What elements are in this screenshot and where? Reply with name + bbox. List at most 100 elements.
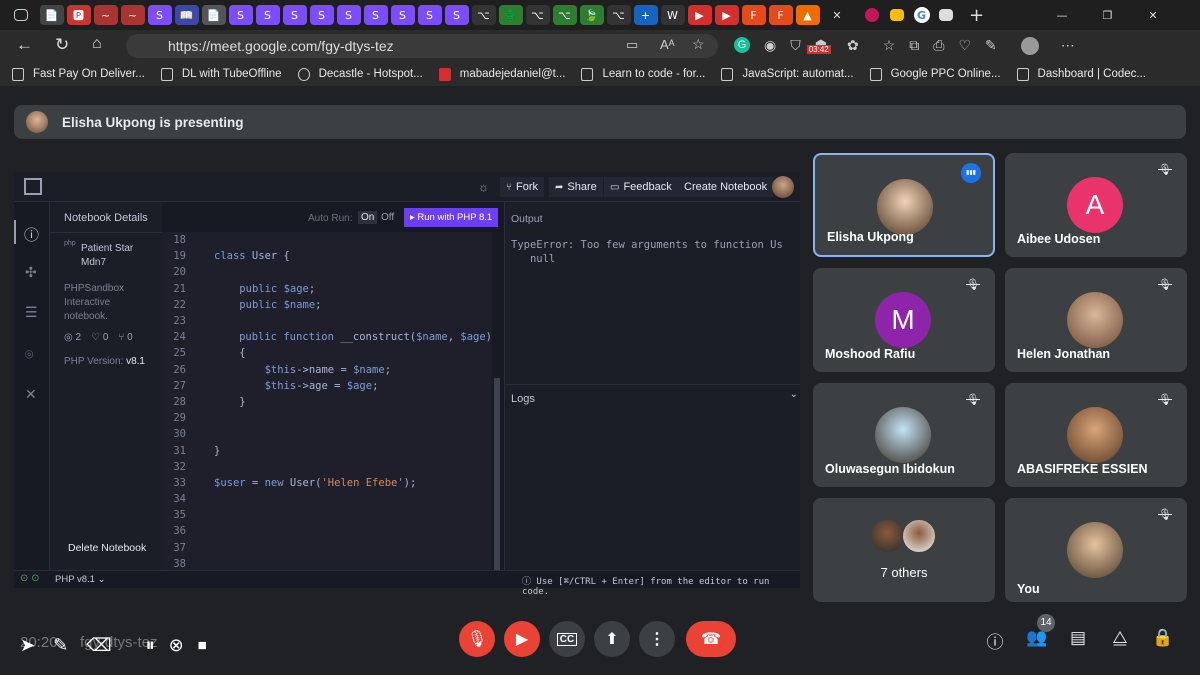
puzzle-icon[interactable]: ✣ <box>25 264 37 281</box>
participant-tile[interactable]: 7 others <box>813 498 995 602</box>
home-icon[interactable]: ⌂ <box>92 35 102 53</box>
browser-tab[interactable]: S <box>147 5 172 25</box>
participant-tile[interactable]: A Aibee Udosen 🎙 <box>1005 153 1187 257</box>
pen-tool-icon[interactable]: ✎ <box>53 635 68 656</box>
browser-tab[interactable]: ⌥ <box>552 5 577 25</box>
collections-icon[interactable]: ⧉ <box>909 37 919 55</box>
screenshot-icon[interactable]: ⎙ <box>933 37 944 55</box>
participant-tile[interactable]: Helen Jonathan 🎙 <box>1005 268 1187 372</box>
browser-tab[interactable]: S <box>336 5 361 25</box>
logs-collapse-icon[interactable]: ⌄ <box>790 389 798 400</box>
camera-off-button[interactable]: ▶ <box>504 621 540 657</box>
browser-tab[interactable]: 📄 <box>39 5 64 25</box>
grammarly-icon[interactable]: G <box>734 37 750 53</box>
globe-icon[interactable]: ◉ <box>764 37 776 55</box>
bookmark-item[interactable]: Learn to code - for... <box>581 67 705 81</box>
eraser-tool-icon[interactable]: ⌫ <box>86 635 111 656</box>
captions-button[interactable]: CC <box>549 621 585 657</box>
participant-tile[interactable]: Elisha Ukpong ▮▮▮ <box>813 153 995 257</box>
browser-tab[interactable]: W <box>660 5 685 25</box>
browser-tab[interactable]: + <box>633 5 658 25</box>
timer-extension-icon[interactable]: ⬢03:42 <box>806 37 831 55</box>
participant-tile[interactable]: M Moshood Rafiu 🎙 <box>813 268 995 372</box>
read-aloud-icon[interactable]: Aᴬ <box>660 37 675 52</box>
user-avatar[interactable] <box>772 176 794 198</box>
browser-tab[interactable]: S <box>228 5 253 25</box>
leave-call-button[interactable]: ☎ <box>686 621 736 657</box>
participant-tile[interactable]: ABASIFREKE ESSIEN 🎙 <box>1005 383 1187 487</box>
auto-run-off[interactable]: Off <box>378 211 397 224</box>
close-window-icon[interactable]: ✕ <box>1141 5 1165 25</box>
browser-tab[interactable]: 📄 <box>201 5 226 25</box>
editor-scrollbar[interactable] <box>494 378 500 570</box>
create-notebook-button[interactable]: Create Notebook <box>678 177 774 197</box>
status-php-version[interactable]: PHP v8.1 ⌄ <box>55 574 106 585</box>
pause-icon[interactable]: ⏸ <box>146 635 155 656</box>
browser-tab[interactable]: 🅿 <box>66 5 91 25</box>
chat-icon[interactable]: ▤ <box>1066 628 1090 648</box>
new-tab-icon[interactable]: + <box>965 5 989 26</box>
browser-tab[interactable]: ~ <box>120 5 145 25</box>
cursor-tool-icon[interactable]: ➤ <box>20 635 35 656</box>
browser-tab[interactable]: ~ <box>93 5 118 25</box>
browser-tab[interactable]: ⌥ <box>525 5 550 25</box>
tools-icon[interactable]: ✕ <box>25 386 37 403</box>
host-controls-icon[interactable]: 🔒 <box>1151 628 1175 648</box>
settings-sliders-icon[interactable]: ☰ <box>25 304 38 321</box>
tab-favicon[interactable] <box>939 9 953 21</box>
browser-tab[interactable]: F <box>741 5 766 25</box>
browser-tab[interactable]: F <box>768 5 793 25</box>
share-button[interactable]: ➦ Share <box>549 177 603 197</box>
participant-tile[interactable]: You 🎙 <box>1005 498 1187 602</box>
browser-tab[interactable]: S <box>417 5 442 25</box>
layout-icon[interactable] <box>24 178 42 195</box>
favorite-icon[interactable]: ☆ <box>692 36 705 53</box>
extensions-icon[interactable]: ✿ <box>847 37 859 55</box>
github-icon[interactable]: ⌾ <box>25 346 33 363</box>
reload-icon[interactable]: ↻ <box>55 35 69 55</box>
profile-avatar[interactable] <box>1020 37 1039 55</box>
auto-run-on[interactable]: On <box>358 211 378 224</box>
browser-tab[interactable]: ⌥ <box>471 5 496 25</box>
bookmark-item[interactable]: DL with TubeOffline <box>160 67 282 81</box>
bookmark-item[interactable]: Google PPC Online... <box>869 67 1001 81</box>
restore-icon[interactable]: ❐ <box>1096 5 1120 25</box>
participant-tile[interactable]: Oluwasegun Ibidokun 🎙 <box>813 383 995 487</box>
favorites-icon[interactable]: ☆ <box>883 37 896 55</box>
bookmark-item[interactable]: Fast Pay On Deliver... <box>12 67 145 81</box>
bookmark-item[interactable]: mabadejedaniel@t... <box>438 67 565 81</box>
close-tab-icon[interactable]: ✕ <box>825 5 849 25</box>
back-icon[interactable]: ← <box>16 35 33 55</box>
shield-icon[interactable]: ⛉ <box>790 37 801 55</box>
activities-icon[interactable]: ⧋ <box>1108 628 1132 648</box>
tab-favicon[interactable] <box>890 9 904 21</box>
browser-tab[interactable]: 🍃 <box>579 5 604 25</box>
tab-actions-icon[interactable] <box>14 9 28 21</box>
feedback-icon[interactable]: ✎ <box>985 37 997 55</box>
browser-tab[interactable]: 🌲 <box>498 5 523 25</box>
browser-tab[interactable]: S <box>255 5 280 25</box>
bookmark-item[interactable]: Decastle - Hotspot... <box>297 67 423 81</box>
likes-stat[interactable]: ♡ 0 <box>91 332 108 343</box>
bookmark-item[interactable]: JavaScript: automat... <box>721 67 854 81</box>
browser-tab[interactable]: ▲ <box>795 5 820 25</box>
minimize-icon[interactable]: — <box>1050 5 1074 25</box>
feedback-button[interactable]: ▭ Feedback <box>604 177 678 197</box>
browser-tab[interactable]: S <box>390 5 415 25</box>
browser-tab[interactable]: S <box>309 5 334 25</box>
browser-tab[interactable]: S <box>282 5 307 25</box>
fork-button[interactable]: ⑂ Fork <box>500 177 544 197</box>
performance-icon[interactable]: ♡ <box>958 37 971 55</box>
browser-tab[interactable]: S <box>363 5 388 25</box>
theme-toggle-icon[interactable]: ☼ <box>478 180 489 194</box>
present-button[interactable]: ⬆ <box>594 621 630 657</box>
browser-tab[interactable]: 📖 <box>174 5 199 25</box>
tab-favicon[interactable] <box>864 8 879 22</box>
google-tab-icon[interactable]: G <box>913 7 930 23</box>
meeting-info-icon[interactable]: ⓘ <box>983 628 1007 653</box>
more-options-button[interactable]: ⋮ <box>639 621 675 657</box>
bookmark-item[interactable]: Dashboard | Codec... <box>1016 67 1146 81</box>
camera-icon[interactable]: ▭ <box>626 37 638 53</box>
close-annotation-icon[interactable]: ⊗ <box>169 635 184 656</box>
browser-tab[interactable]: S <box>444 5 469 25</box>
